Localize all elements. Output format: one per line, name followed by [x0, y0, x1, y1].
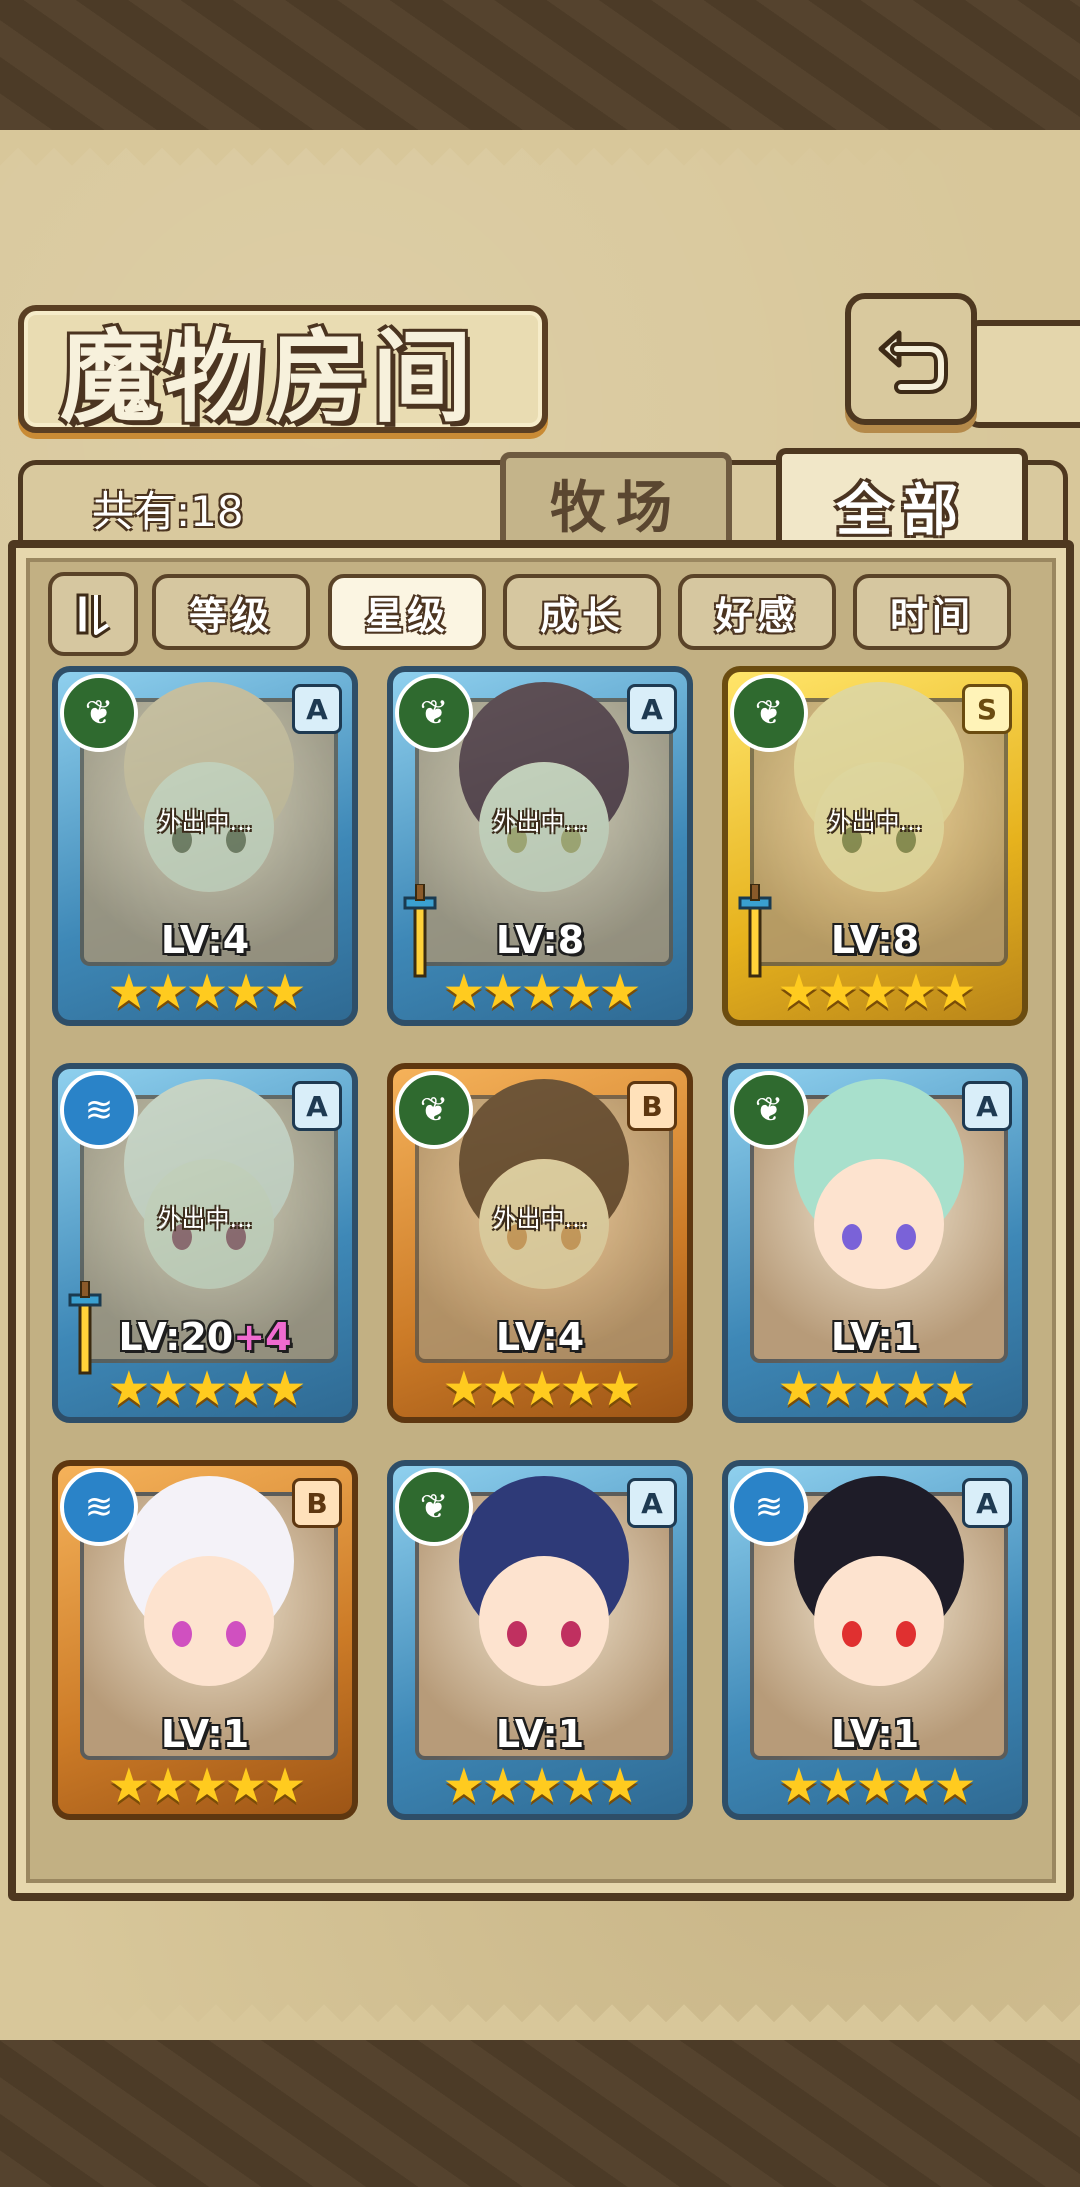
rank-badge: B: [627, 1081, 677, 1131]
page-title: 魔物房间: [60, 319, 476, 436]
monster-card[interactable]: LV:1 ★★★★★ ≋ A: [722, 1460, 1028, 1820]
water-element-icon: ≋: [730, 1468, 808, 1546]
star-rating: ★★★★★: [442, 1361, 641, 1417]
sword-icon: [403, 884, 437, 978]
monster-eye: [172, 1620, 192, 1647]
rank-badge: A: [292, 1081, 342, 1131]
level-text: LV:20: [118, 1315, 234, 1359]
level-text: LV:8: [830, 918, 920, 962]
monster-face: [144, 1555, 274, 1686]
monster-eye: [842, 1223, 862, 1250]
level-text: LV:8: [495, 918, 585, 962]
monster-card[interactable]: 外出中... LV:20+4 ★★★★★ ≋ A: [52, 1063, 358, 1423]
monster-face: [814, 1555, 944, 1686]
bottom-border: [0, 2040, 1080, 2187]
monster-eye: [507, 1620, 527, 1647]
level-label: LV:1: [728, 1712, 1022, 1756]
water-element-icon: ≋: [60, 1468, 138, 1546]
rank-badge: A: [627, 684, 677, 734]
star-rating: ★★★★★: [777, 964, 976, 1020]
leaf-element-icon: ❦: [730, 1071, 808, 1149]
level-text: LV:1: [830, 1712, 920, 1756]
monster-eye: [842, 1620, 862, 1647]
leaf-element-icon: ❦: [395, 1468, 473, 1546]
sword-icon: [738, 884, 772, 978]
star-rating: ★★★★★: [442, 964, 641, 1020]
level-text: LV:4: [495, 1315, 585, 1359]
monster-face: [814, 1158, 944, 1289]
level-label: LV:1: [728, 1315, 1022, 1359]
back-strip: [965, 320, 1080, 428]
sort-time-button[interactable]: 时间: [853, 574, 1011, 650]
leaf-element-icon: ❦: [395, 1071, 473, 1149]
filter-toggle-icon: [76, 593, 111, 638]
filter-toggle-button[interactable]: [48, 572, 138, 656]
level-label: LV:20+4: [58, 1315, 352, 1359]
star-rating: ★★★★★: [107, 1361, 306, 1417]
rank-badge: S: [962, 684, 1012, 734]
monster-eye: [896, 1223, 916, 1250]
leaf-element-icon: ❦: [395, 674, 473, 752]
rank-badge: B: [292, 1478, 342, 1528]
monster-card[interactable]: LV:1 ★★★★★ ❦ A: [722, 1063, 1028, 1423]
top-zigzag: [0, 130, 1080, 166]
sort-star-button[interactable]: 星级: [328, 574, 486, 650]
level-label: LV:8: [728, 918, 1022, 962]
star-rating: ★★★★★: [442, 1758, 641, 1814]
star-rating: ★★★★★: [777, 1361, 976, 1417]
level-label: LV:1: [58, 1712, 352, 1756]
tab-farm[interactable]: 牧场: [500, 452, 732, 548]
star-rating: ★★★★★: [777, 1758, 976, 1814]
status-label: 外出中...: [827, 808, 923, 836]
level-text: LV:1: [160, 1712, 250, 1756]
level-text: LV:1: [830, 1315, 920, 1359]
star-rating: ★★★★★: [107, 964, 306, 1020]
monster-face: [479, 1555, 609, 1686]
level-text: LV:4: [160, 918, 250, 962]
leaf-element-icon: ❦: [60, 674, 138, 752]
top-border: [0, 0, 1080, 130]
bottom-zigzag: [0, 2004, 1080, 2040]
monster-card[interactable]: 外出中... LV:8 ★★★★★ ❦ A: [387, 666, 693, 1026]
return-arrow-icon: [878, 330, 948, 394]
back-button[interactable]: [845, 293, 977, 425]
monster-card[interactable]: 外出中... LV:4 ★★★★★ ❦ A: [52, 666, 358, 1026]
rank-badge: A: [292, 684, 342, 734]
rank-badge: A: [962, 1081, 1012, 1131]
monster-card[interactable]: LV:1 ★★★★★ ❦ A: [387, 1460, 693, 1820]
status-label: 外出中...: [157, 808, 253, 836]
sort-growth-button[interactable]: 成长: [503, 574, 661, 650]
rank-badge: A: [627, 1478, 677, 1528]
leaf-element-icon: ❦: [730, 674, 808, 752]
monster-card[interactable]: LV:1 ★★★★★ ≋ B: [52, 1460, 358, 1820]
status-label: 外出中...: [492, 808, 588, 836]
monster-eye: [561, 1620, 581, 1647]
status-label: 外出中...: [157, 1205, 253, 1233]
star-rating: ★★★★★: [107, 1758, 306, 1814]
monster-count: 共有:18: [92, 487, 244, 536]
level-text: LV:1: [495, 1712, 585, 1756]
sort-affection-button[interactable]: 好感: [678, 574, 836, 650]
rank-badge: A: [962, 1478, 1012, 1528]
water-element-icon: ≋: [60, 1071, 138, 1149]
sword-icon: [68, 1281, 102, 1375]
monster-eye: [226, 1620, 246, 1647]
status-label: 外出中...: [492, 1205, 588, 1233]
level-label: LV:8: [393, 918, 687, 962]
sort-level-button[interactable]: 等级: [152, 574, 310, 650]
level-bonus: +4: [233, 1315, 292, 1359]
monster-card[interactable]: 外出中... LV:8 ★★★★★ ❦ S: [722, 666, 1028, 1026]
level-label: LV:1: [393, 1712, 687, 1756]
monster-eye: [896, 1620, 916, 1647]
level-label: LV:4: [393, 1315, 687, 1359]
monster-card[interactable]: 外出中... LV:4 ★★★★★ ❦ B: [387, 1063, 693, 1423]
level-label: LV:4: [58, 918, 352, 962]
